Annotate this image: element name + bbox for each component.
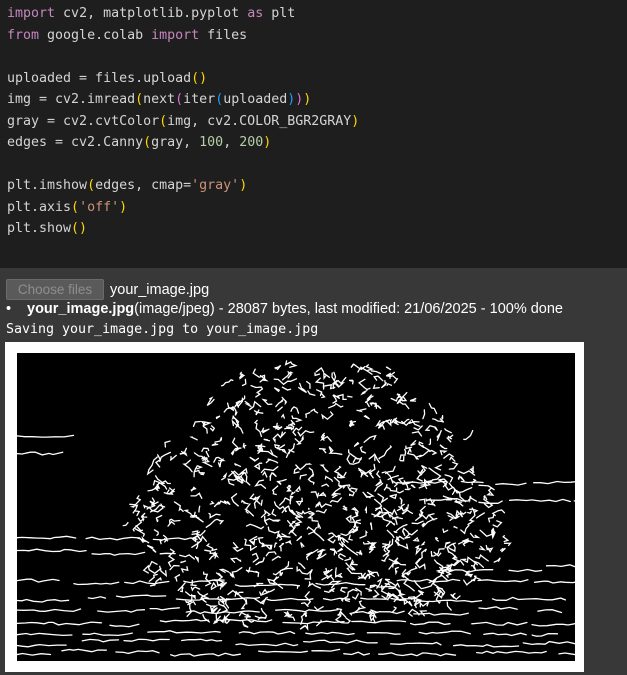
choose-files-button[interactable]: Choose files bbox=[6, 279, 104, 300]
code-token: iter bbox=[183, 92, 216, 107]
code-line: img = cv2.imread(next(iter(uploaded))) bbox=[7, 89, 627, 111]
code-token: import bbox=[7, 6, 56, 21]
code-token: ) bbox=[263, 135, 272, 150]
code-token: plt.axis bbox=[7, 199, 72, 215]
code-token: plt.imshow bbox=[7, 178, 88, 193]
code-token: ) bbox=[119, 199, 128, 215]
code-token: ( bbox=[71, 199, 80, 215]
code-token: () bbox=[191, 70, 208, 86]
code-token: uploaded bbox=[223, 92, 288, 107]
code-line: from google.colab import files bbox=[7, 25, 627, 47]
code-token: ) bbox=[303, 92, 312, 107]
code-token: ) bbox=[351, 113, 360, 129]
code-token: edges, cmap= bbox=[95, 178, 192, 193]
code-line: import cv2, matplotlib.pyplot as plt bbox=[7, 3, 627, 25]
upload-status-item: • your_image.jpg(image/jpeg) - 28087 byte… bbox=[6, 301, 563, 317]
code-line: uploaded = files.upload() bbox=[7, 68, 627, 90]
code-token: import bbox=[151, 27, 200, 43]
code-line: plt.axis('off') bbox=[7, 197, 627, 219]
file-upload-widget: Choose files your_image.jpg bbox=[6, 279, 209, 300]
code-token: plt bbox=[263, 6, 296, 21]
saving-message: Saving your_image.jpg to your_image.jpg bbox=[6, 322, 319, 337]
code-token: from bbox=[7, 27, 40, 43]
cell-output: Choose files your_image.jpg • your_image.… bbox=[0, 268, 627, 675]
code-token: ( bbox=[215, 92, 224, 107]
code-token: ( bbox=[159, 113, 168, 129]
uploaded-file-name: your_image.jpg bbox=[27, 301, 135, 317]
code-line: plt.show() bbox=[7, 218, 627, 240]
code-token: , bbox=[223, 135, 240, 150]
output-figure bbox=[5, 342, 584, 672]
code-token: 200 bbox=[239, 135, 264, 150]
code-token: 'gray' bbox=[191, 178, 240, 193]
code-token: 'off' bbox=[79, 199, 120, 215]
code-token: ( bbox=[175, 92, 184, 107]
code-token: cv2, matplotlib.pyplot bbox=[55, 6, 248, 21]
code-token: ( bbox=[87, 178, 96, 193]
code-token: gray = cv2.cvtColor bbox=[7, 113, 160, 129]
code-token: uploaded = files.upload bbox=[7, 70, 192, 86]
code-token: files bbox=[199, 27, 248, 43]
code-token: next bbox=[143, 92, 176, 107]
code-line: gray = cv2.cvtColor(img, cv2.COLOR_BGR2G… bbox=[7, 111, 627, 133]
code-cell[interactable]: import cv2, matplotlib.pyplot as plt from… bbox=[0, 0, 627, 268]
code-token: img = cv2.imread bbox=[7, 92, 136, 107]
uploaded-file-details: (image/jpeg) - 28087 bytes, last modifie… bbox=[134, 301, 563, 317]
code-token: ) bbox=[239, 178, 248, 193]
code-token: ( bbox=[135, 92, 144, 107]
code-token: () bbox=[71, 221, 88, 236]
code-token: plt.show bbox=[7, 221, 72, 236]
code-token: as bbox=[247, 6, 264, 21]
code-token: edges = cv2.Canny bbox=[7, 135, 144, 150]
code-line: edges = cv2.Canny(gray, 100, 200) bbox=[7, 132, 627, 154]
code-line: plt.imshow(edges, cmap='gray') bbox=[7, 175, 627, 197]
chosen-file-name: your_image.jpg bbox=[110, 281, 210, 298]
code-token: 100 bbox=[199, 135, 224, 150]
code-token: img, cv2.COLOR_BGR2GRAY bbox=[167, 113, 352, 129]
code-token: ( bbox=[143, 135, 152, 150]
edge-detection-image bbox=[17, 353, 575, 661]
code-token: google.colab bbox=[39, 27, 152, 43]
code-token: gray, bbox=[151, 135, 200, 150]
bullet-icon: • bbox=[6, 301, 12, 317]
